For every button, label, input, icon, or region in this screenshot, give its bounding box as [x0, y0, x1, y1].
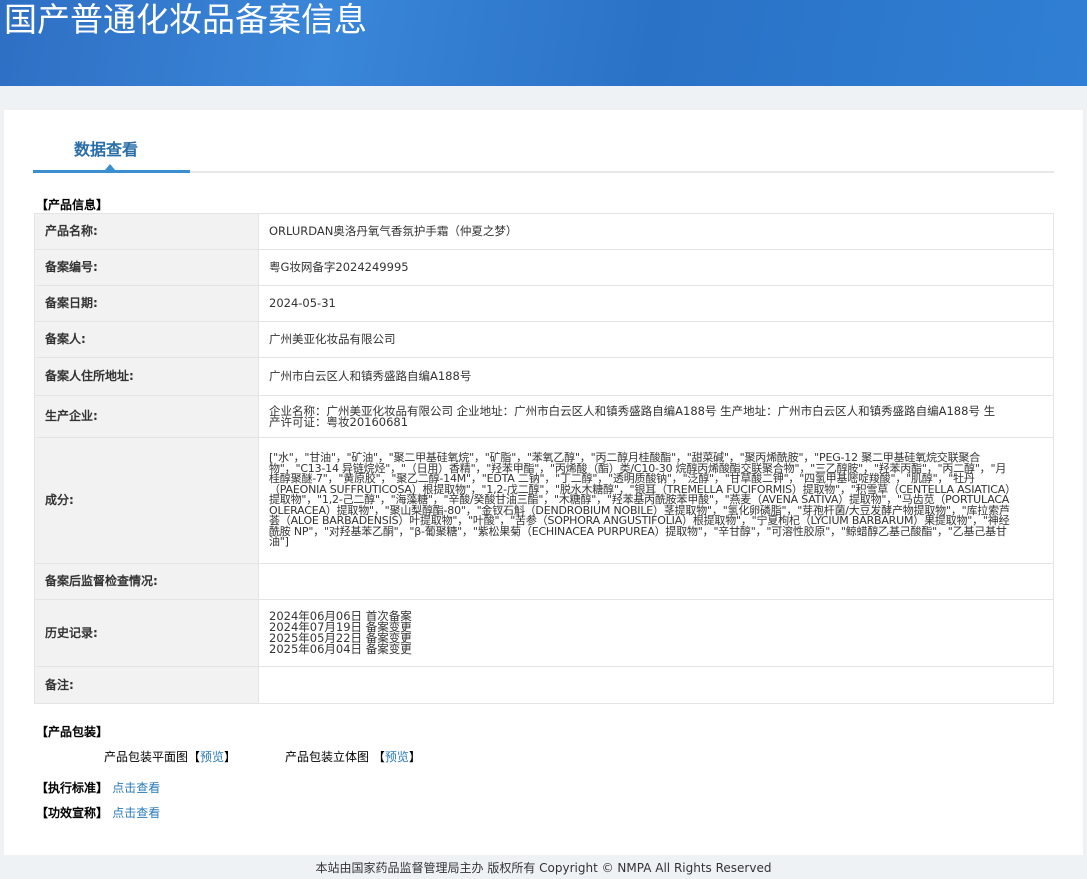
history-list: 2024年06月06日 首次备案 2024年07月19日 备案变更 2025年0…: [258, 599, 1054, 667]
package-flat-item: 产品包装平面图【预览】: [104, 748, 236, 765]
package-solid-preview-link[interactable]: 预览: [385, 750, 409, 764]
table-row: 备案日期: 2024-05-31: [34, 285, 1054, 322]
row-value: 2024-05-31: [258, 285, 1054, 322]
table-row: 备案编号: 粤G妆网备字2024249995: [34, 249, 1054, 286]
content-panel: 数据查看 【产品信息】 产品名称: ORLURDAN奥洛丹氧气香氛护手霜（仲夏之梦…: [4, 110, 1083, 855]
package-solid-label: 产品包装立体图: [285, 750, 370, 764]
package-flat-label: 产品包装平面图: [104, 750, 189, 764]
standard-label: 【执行标准】: [36, 781, 109, 795]
row-label: 备案日期:: [34, 285, 259, 322]
table-row: 备案人住所地址: 广州市白云区人和镇秀盛路自编A188号: [34, 357, 1054, 396]
row-label: 备案编号:: [34, 249, 259, 286]
table-row: 生产企业: 企业名称：广州美亚化妆品有限公司 企业地址：广州市白云区人和镇秀盛路自…: [34, 395, 1054, 438]
tab-data-view[interactable]: 数据查看: [74, 136, 138, 160]
efficacy-label: 【功效宣称】: [36, 806, 109, 820]
table-row: 历史记录: 2024年06月06日 首次备案 2024年07月19日 备案变更 …: [34, 599, 1054, 667]
package-solid-item: 产品包装立体图 【预览】: [285, 748, 421, 765]
product-info-table: 产品名称: ORLURDAN奥洛丹氧气香氛护手霜（仲夏之梦） 备案编号: 粤G妆网备…: [34, 213, 1054, 704]
row-label: 历史记录:: [34, 599, 259, 667]
ingredients-value: ["水"，"甘油"，"矿油"，"聚二甲基硅氧烷"，"矿脂"，"苯氧乙醇"，"丙二…: [258, 437, 1054, 564]
tab-arrow-icon: [105, 164, 115, 170]
bracket: 】: [408, 750, 421, 764]
row-label: 备案人:: [34, 321, 259, 358]
page-title: 国产普通化妆品备案信息: [4, 0, 367, 39]
footer-copyright: 本站由国家药品监督管理局主办 版权所有 Copyright © NMPA All…: [315, 861, 772, 875]
row-value: 企业名称：广州美亚化妆品有限公司 企业地址：广州市白云区人和镇秀盛路自编A188…: [258, 395, 1054, 438]
bracket: 【: [372, 750, 385, 764]
row-label: 产品名称:: [34, 213, 259, 250]
header-banner: 国产普通化妆品备案信息: [0, 0, 1087, 86]
table-row: 备案后监督检查情况:: [34, 563, 1054, 600]
row-value: 广州美亚化妆品有限公司: [258, 321, 1054, 358]
row-value: 广州市白云区人和镇秀盛路自编A188号: [258, 357, 1054, 396]
bracket: 】: [224, 750, 237, 764]
row-value: ORLURDAN奥洛丹氧气香氛护手霜（仲夏之梦）: [258, 213, 1054, 250]
standard-view-link[interactable]: 点击查看: [112, 781, 160, 795]
efficacy-view-link[interactable]: 点击查看: [112, 806, 160, 820]
table-row: 备注:: [34, 666, 1054, 704]
section-efficacy: 【功效宣称】 点击查看: [36, 804, 160, 821]
table-row: 产品名称: ORLURDAN奥洛丹氧气香氛护手霜（仲夏之梦）: [34, 213, 1054, 250]
table-row: 备案人: 广州美亚化妆品有限公司: [34, 321, 1054, 358]
table-row: 成分: ["水"，"甘油"，"矿油"，"聚二甲基硅氧烷"，"矿脂"，"苯氧乙醇"，…: [34, 437, 1054, 564]
section-packaging: 【产品包装】: [36, 725, 109, 739]
section-standard: 【执行标准】 点击查看: [36, 779, 160, 796]
row-label: 成分:: [34, 437, 259, 564]
row-value: [258, 666, 1054, 704]
row-value: [258, 563, 1054, 600]
section-product-info: 【产品信息】: [36, 198, 109, 212]
row-label: 备案后监督检查情况:: [34, 563, 259, 600]
tab-active-indicator: [33, 170, 190, 173]
row-label: 备案人住所地址:: [34, 357, 259, 396]
row-label: 生产企业:: [34, 395, 259, 438]
row-label: 备注:: [34, 666, 259, 704]
bracket: 【: [188, 750, 201, 764]
package-flat-preview-link[interactable]: 预览: [200, 750, 224, 764]
history-item: 2025年06月04日 备案变更: [269, 642, 412, 656]
row-value: 粤G妆网备字2024249995: [258, 249, 1054, 286]
